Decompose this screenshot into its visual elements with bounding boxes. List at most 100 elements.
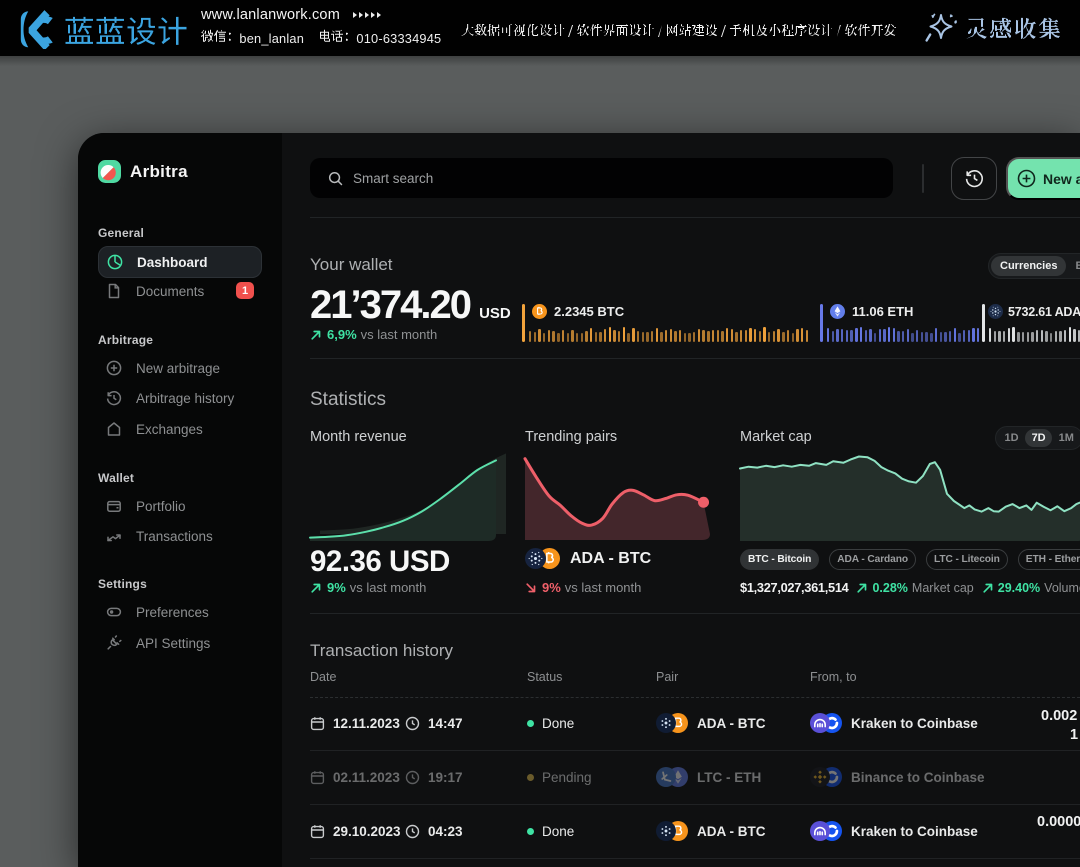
btc-amount: 2.2345 BTC <box>554 304 624 319</box>
section-label-settings: Settings <box>98 577 147 591</box>
wallet-balance: 21’374.20 USD <box>310 283 511 328</box>
market-cap-stat-label: Market cap <box>912 581 974 595</box>
range-7d[interactable]: 7D <box>1025 429 1052 447</box>
contact-line: ben_lanlan 010-63334945 <box>201 26 441 45</box>
plug-icon <box>106 635 122 651</box>
date-text: 12.11.2023 <box>333 716 400 731</box>
column-header-date: Date <box>310 670 336 684</box>
pill-ltc-litecoin[interactable]: LTC - Litecoin <box>926 549 1008 570</box>
tab-exchanges[interactable]: Exchanges <box>1066 256 1080 276</box>
volume-pct: 29.40% <box>998 581 1040 595</box>
table-row[interactable]: 29.10.2023 04:23 Done ADA - BTC Kraken t… <box>282 820 1080 842</box>
website-url[interactable]: www.lanlanwork.com <box>201 7 340 23</box>
ada-holding: 5732.61 ADA <box>982 304 1080 342</box>
toggle-icon <box>106 604 122 620</box>
ada-sparkline <box>989 327 1080 342</box>
pill-btc-bitcoin[interactable]: BTC - Bitcoin <box>740 549 819 570</box>
page: www.lanlanwork.com ben_lanlan 010-633349… <box>0 0 1080 867</box>
change-note: vs last month <box>350 580 427 595</box>
route-cell: Kraken to Coinbase <box>810 820 978 842</box>
trending-pairs-label: Trending pairs <box>525 429 617 445</box>
market-cap-label: Market cap <box>740 429 812 445</box>
kraken-coinbase-icon <box>810 821 842 841</box>
btc-accent-line <box>522 304 525 342</box>
sidebar-item-documents[interactable]: Documents 1 <box>98 275 262 307</box>
wallet-title: Your wallet <box>310 255 393 275</box>
ada-icon <box>525 548 546 569</box>
search-input[interactable] <box>353 171 833 186</box>
balance-text: 21’374.20 <box>310 283 470 327</box>
sidebar-item-new-arbitrage[interactable]: New arbitrage <box>98 352 262 384</box>
date-cell: 02.11.2023 <box>310 766 400 788</box>
pair-text: LTC - ETH <box>697 770 761 785</box>
sidebar-item-label: Preferences <box>136 605 209 620</box>
eth-icon <box>830 304 845 319</box>
column-header-status: Status <box>527 670 562 684</box>
table-row[interactable]: 12.11.2023 14:47 Done ADA - BTC Kraken t… <box>282 712 1080 734</box>
ada-icon <box>656 713 676 733</box>
sidebar-item-preferences[interactable]: Preferences <box>98 596 262 628</box>
history-icon <box>106 390 122 406</box>
brand-name-chinese <box>64 7 188 51</box>
pie-chart-icon <box>107 254 123 270</box>
wallet-balance-currency: USD <box>479 305 511 322</box>
route-cell: Kraken to Coinbase <box>810 712 978 734</box>
ada-btc-pair-icon <box>656 821 688 841</box>
time-text: 14:47 <box>428 716 463 731</box>
sidebar-item-transactions[interactable]: Transactions <box>98 520 262 552</box>
pair-cell: ADA - BTC <box>656 820 766 842</box>
time-cell: 14:47 <box>405 712 463 734</box>
amount-value: 0.002 <box>1041 708 1077 724</box>
brand <box>16 5 188 51</box>
status-dot <box>527 720 534 727</box>
range-1d[interactable]: 1D <box>998 429 1025 447</box>
table-row[interactable]: 02.11.2023 19:17 Pending LTC - ETH Binan… <box>282 766 1080 788</box>
kraken-icon <box>810 713 830 733</box>
toolbar-divider <box>922 164 924 193</box>
trending-pairs-change: 9% <box>542 580 561 595</box>
sidebar-item-label: New arbitrage <box>136 361 220 376</box>
sidebar-item-arbitrage-history[interactable]: Arbitrage history <box>98 382 262 414</box>
date-text: 29.10.2023 <box>333 824 401 839</box>
inspiration-block[interactable] <box>924 10 1063 44</box>
route-text: Binance to Coinbase <box>851 770 985 785</box>
phone-label <box>318 26 356 45</box>
section-label-arbitrage: Arbitrage <box>98 333 153 347</box>
lanlan-logo-icon <box>16 7 58 49</box>
pill-eth-ethereum[interactable]: ETH - Ethereum <box>1018 549 1080 570</box>
range-1m[interactable]: 1M <box>1052 429 1080 447</box>
coin-filter-pills: BTC - Bitcoin ADA - Cardano LTC - Liteco… <box>740 549 1080 570</box>
plus-circle-icon <box>1017 169 1036 188</box>
pill-ada-cardano[interactable]: ADA - Cardano <box>829 549 916 570</box>
change-note: vs last month <box>565 580 642 595</box>
history-button[interactable] <box>951 157 997 200</box>
status-text: Done <box>542 824 574 839</box>
section-label-general: General <box>98 226 144 240</box>
pair-text: ADA - BTC <box>697 716 766 731</box>
sidebar-item-dashboard[interactable]: Dashboard <box>98 246 262 278</box>
calendar-icon <box>310 770 325 785</box>
trending-pair-name: ADA - BTC <box>570 550 651 568</box>
time-cell: 04:23 <box>405 820 463 842</box>
sidebar-item-api-settings[interactable]: API Settings <box>98 627 262 659</box>
inspiration-text <box>965 11 1063 43</box>
wallet-view-tabs: Currencies Exchanges <box>988 253 1080 279</box>
eth-amount: 11.06 ETH <box>852 304 913 319</box>
app-logo: Arbitra <box>98 160 188 183</box>
time-cell: 19:17 <box>405 766 463 788</box>
new-arbitrage-label: New arbitrage <box>1043 171 1080 187</box>
pair-text: ADA - BTC <box>697 824 766 839</box>
status-dot <box>527 828 534 835</box>
ada-btc-pair-icon <box>656 713 688 733</box>
date-cell: 12.11.2023 <box>310 712 400 734</box>
amount-value: 0.0000 <box>1037 814 1080 830</box>
sidebar: Arbitra General Dashboard Documents 1 Ar… <box>78 133 282 867</box>
date-cell: 29.10.2023 <box>310 820 401 842</box>
new-arbitrage-button[interactable]: New arbitrage <box>1006 157 1080 200</box>
ltc-eth-pair-icon <box>656 767 688 787</box>
sidebar-item-exchanges[interactable]: Exchanges <box>98 413 262 445</box>
search-bar[interactable] <box>310 158 893 198</box>
tab-currencies[interactable]: Currencies <box>991 256 1066 276</box>
market-cap-stats: $1,327,027,361,514 0.28% Market cap 29.4… <box>740 580 1080 595</box>
sidebar-item-portfolio[interactable]: Portfolio <box>98 490 262 522</box>
